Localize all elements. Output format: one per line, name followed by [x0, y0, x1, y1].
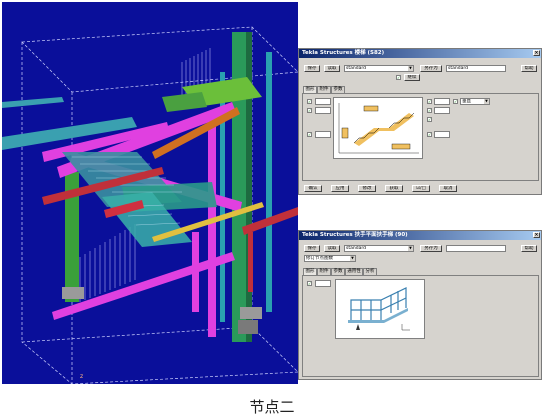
save-as-field[interactable]: standard — [446, 65, 506, 72]
toggle-button[interactable]: ☑/□ — [412, 185, 430, 192]
option-checkbox-6[interactable]: ✓ — [427, 108, 432, 113]
option-checkbox-7[interactable]: ✓ — [427, 117, 432, 122]
attribute-combo[interactable]: standard ▼ — [344, 65, 414, 72]
tab-parameters[interactable]: 参数 — [331, 268, 345, 275]
close-icon[interactable]: × — [533, 50, 540, 56]
param-field-4[interactable] — [434, 98, 450, 105]
model-viewport[interactable]: z — [2, 2, 298, 384]
tab-parts[interactable]: 附件 — [317, 86, 331, 93]
attribute-combo[interactable]: standard ▼ — [344, 245, 414, 252]
ok-button[interactable]: 确认 — [304, 185, 322, 192]
node-combo[interactable]: 修订节点图数 ▼ — [304, 255, 356, 262]
axis-label: z — [80, 373, 83, 380]
stair-tab-panel: ✓ ✓ ✓ ✓ ✓ 垂直 ▼ ✓ ✓ ✓ — [302, 93, 539, 181]
figure-caption: 节点二 — [249, 398, 295, 416]
option-checkbox-4[interactable]: ✓ — [427, 99, 432, 104]
option-checkbox-8[interactable]: ✓ — [427, 132, 432, 137]
tab-general[interactable]: 通用性 — [345, 268, 363, 275]
param-field-5[interactable] — [434, 107, 450, 114]
handrail-dialog-titlebar: Tekla Structures 扶手平面扶手梯 (90) × — [299, 231, 541, 240]
param-field-2[interactable] — [315, 107, 331, 114]
save-as-field[interactable] — [446, 245, 506, 252]
stair-preview — [333, 97, 423, 159]
column-base — [62, 287, 84, 299]
tab-picture[interactable]: 图形 — [303, 86, 317, 93]
handrail-tab-panel: ✓ — [302, 275, 539, 377]
modify-button[interactable]: 修改 — [358, 185, 376, 192]
stair-dialog-titlebar: Tekla Structures 楼梯 (S82) × — [299, 49, 541, 58]
param-field-1[interactable] — [315, 98, 331, 105]
direction-combo[interactable]: 垂直 ▼ — [460, 98, 490, 105]
tab-picture[interactable]: 图形 — [303, 268, 317, 275]
stair-dialog: Tekla Structures 楼梯 (S82) × 保存 读取 standa… — [298, 48, 542, 195]
handrail-diagram — [348, 287, 410, 331]
model-3d-view: z — [2, 2, 298, 384]
stair-dialog-title: Tekla Structures 楼梯 (S82) — [302, 50, 385, 56]
option-checkbox-5[interactable]: ✓ — [453, 99, 458, 104]
get-button[interactable]: 获取 — [385, 185, 403, 192]
chevron-down-icon: ▼ — [350, 256, 355, 261]
close-icon[interactable]: × — [533, 232, 540, 238]
option-checkbox-2[interactable]: ✓ — [307, 108, 312, 113]
save-as-button[interactable]: 另存为 — [420, 245, 442, 252]
handrail-preview — [335, 279, 425, 339]
column-magenta — [208, 117, 216, 337]
cancel-button[interactable]: 取消 — [439, 185, 457, 192]
chevron-down-icon: ▼ — [408, 246, 413, 251]
tab-parts[interactable]: 附件 — [317, 268, 331, 275]
option-checkbox-3[interactable]: ✓ — [307, 132, 312, 137]
load-button[interactable]: 读取 — [324, 245, 340, 252]
help-button[interactable]: 帮助 — [521, 65, 537, 72]
param-field-1[interactable] — [315, 280, 331, 287]
chevron-down-icon: ▼ — [484, 99, 489, 104]
param-field-3[interactable] — [315, 131, 331, 138]
option-checkbox-1[interactable]: ✓ — [307, 99, 312, 104]
option-checkbox-1[interactable]: ✓ — [307, 281, 312, 286]
stair-diagram — [338, 103, 419, 154]
param-field-6[interactable] — [434, 131, 450, 138]
apply-all-button[interactable]: 继续 — [404, 74, 420, 81]
help-button[interactable]: 帮助 — [521, 245, 537, 252]
handrail-dialog-title: Tekla Structures 扶手平面扶手梯 (90) — [302, 232, 408, 238]
load-button[interactable]: 读取 — [324, 65, 340, 72]
chevron-down-icon: ▼ — [408, 66, 413, 71]
save-button[interactable]: 保存 — [304, 65, 320, 72]
apply-all-checkbox[interactable]: ✓ — [396, 75, 401, 80]
apply-button[interactable]: 应用 — [331, 185, 349, 192]
tab-parameters[interactable]: 参数 — [331, 86, 345, 93]
handrail-dialog: Tekla Structures 扶手平面扶手梯 (90) × 保存 读取 st… — [298, 230, 542, 380]
tab-analysis[interactable]: 分析 — [363, 268, 377, 275]
column-cyan — [266, 52, 272, 312]
save-as-button[interactable]: 另存为 — [420, 65, 442, 72]
save-button[interactable]: 保存 — [304, 245, 320, 252]
